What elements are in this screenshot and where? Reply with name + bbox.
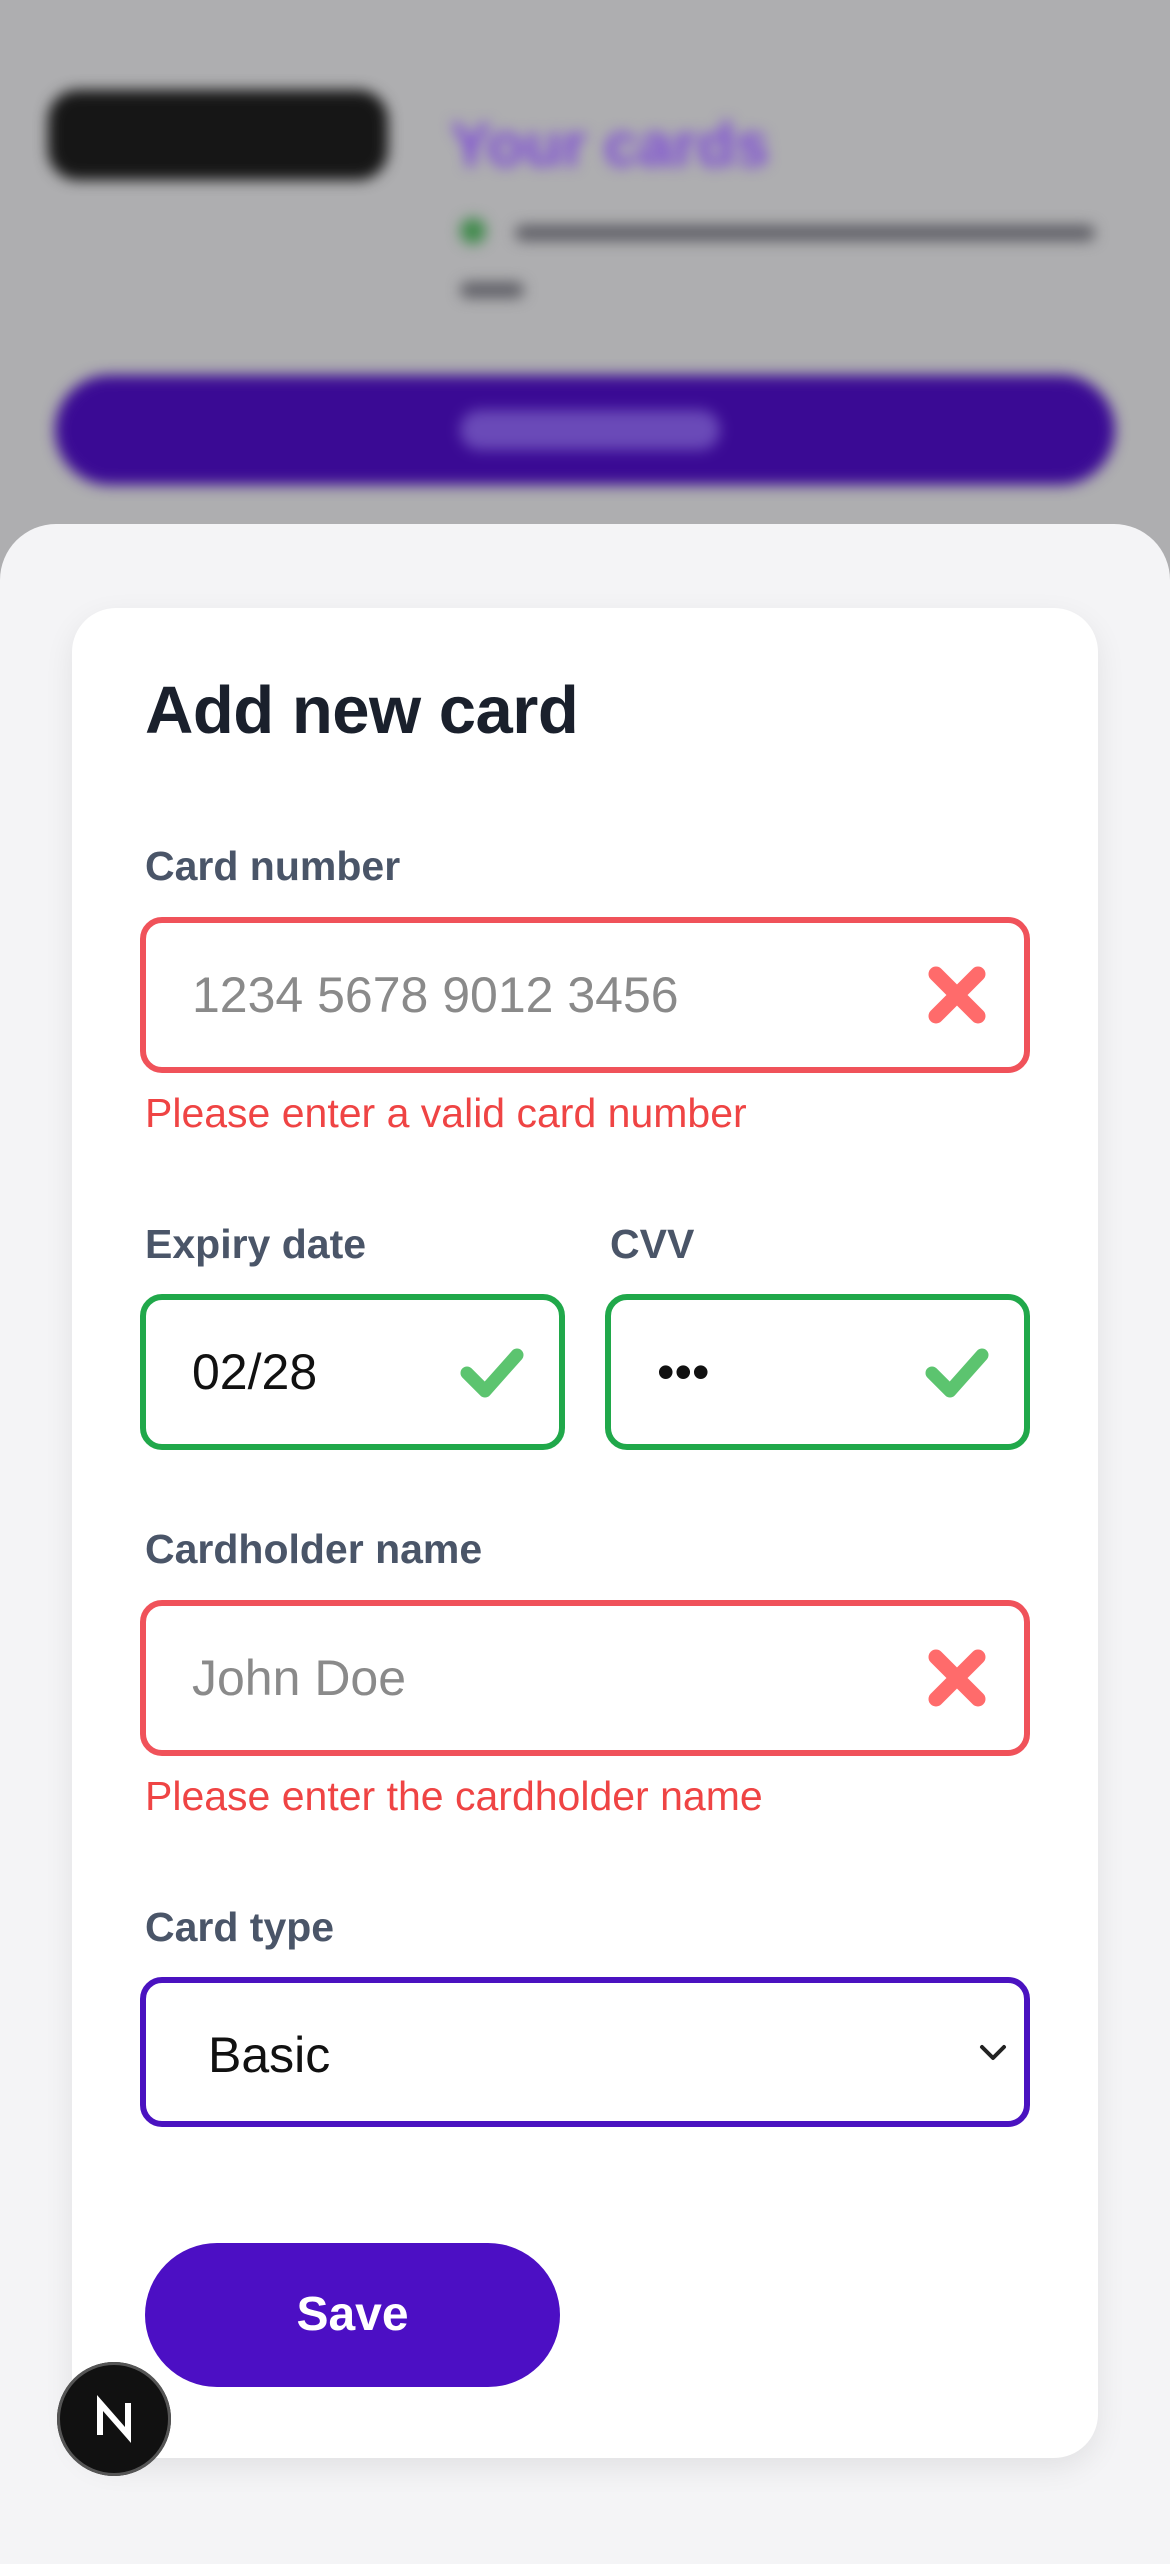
cvv-field[interactable] xyxy=(605,1294,1030,1450)
x-icon xyxy=(928,1649,986,1707)
background-logo xyxy=(48,90,388,180)
card-number-field[interactable] xyxy=(140,917,1030,1073)
next-dev-badge[interactable] xyxy=(57,2362,171,2476)
cvv-input[interactable] xyxy=(657,1300,947,1444)
background-button-label xyxy=(460,410,720,450)
form-title: Add new card xyxy=(145,673,579,748)
card-type-label: Card type xyxy=(145,1904,335,1950)
next-logo-icon xyxy=(97,2395,131,2443)
expiry-date-field[interactable] xyxy=(140,1294,565,1450)
cvv-label: CVV xyxy=(610,1221,695,1267)
cardholder-name-field[interactable] xyxy=(140,1600,1030,1756)
chevron-down-icon xyxy=(980,2045,1006,2060)
background-text-line xyxy=(460,282,524,298)
cardholder-name-label: Cardholder name xyxy=(145,1526,483,1572)
card-number-input[interactable] xyxy=(192,923,807,1067)
check-icon xyxy=(925,1348,989,1398)
x-icon xyxy=(928,966,986,1024)
expiry-date-input[interactable] xyxy=(192,1300,482,1444)
card-type-select[interactable]: Basic xyxy=(140,1977,1030,2127)
expiry-date-label: Expiry date xyxy=(145,1221,367,1267)
background-page: Your cards xyxy=(0,0,1170,560)
card-type-selected-value: Basic xyxy=(208,2027,331,2083)
background-text-line xyxy=(515,225,1095,241)
save-button[interactable]: Save xyxy=(145,2243,560,2387)
card-number-error: Please enter a valid card number xyxy=(145,1090,747,1136)
background-check-icon xyxy=(460,218,486,244)
cardholder-name-input[interactable] xyxy=(192,1606,807,1750)
background-title: Your cards xyxy=(450,111,770,180)
cardholder-name-error: Please enter the cardholder name xyxy=(145,1773,763,1819)
check-icon xyxy=(460,1348,524,1398)
card-number-label: Card number xyxy=(145,843,401,889)
